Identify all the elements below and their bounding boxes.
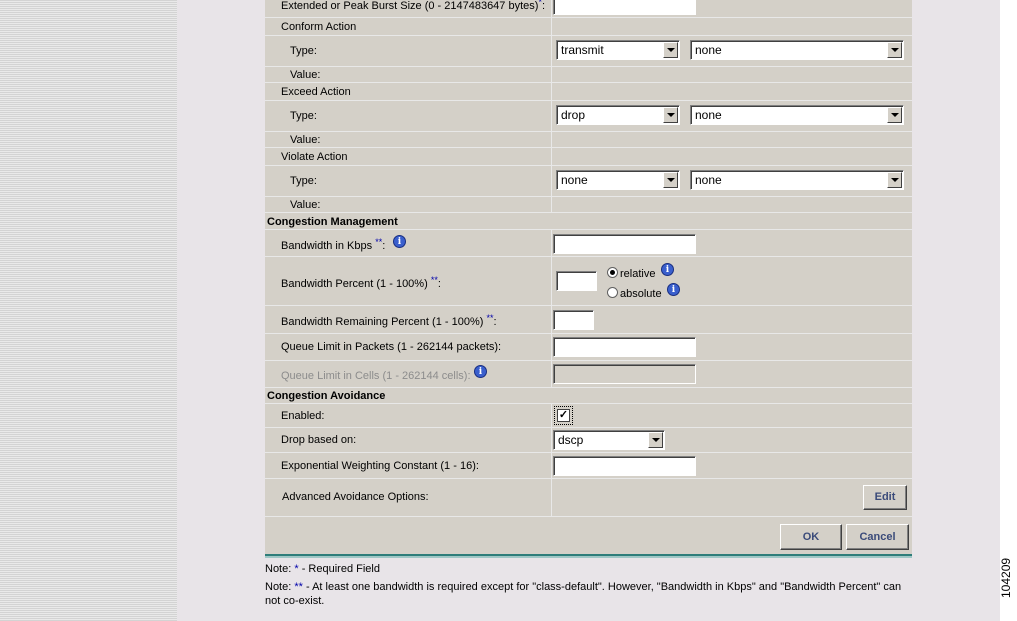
edit-button[interactable]: Edit xyxy=(863,485,907,510)
info-icon[interactable]: i xyxy=(393,235,406,248)
chevron-down-icon[interactable] xyxy=(887,172,902,188)
row-enabled xyxy=(265,404,912,428)
info-icon[interactable]: i xyxy=(661,263,674,276)
row-exceed-header xyxy=(265,83,912,101)
conform-value-select[interactable]: none xyxy=(690,40,904,60)
row-exceed-value xyxy=(265,132,912,148)
violate-type-select[interactable]: none xyxy=(556,170,680,190)
congestion-management-heading: Congestion Management xyxy=(267,216,398,228)
queue-packets-input[interactable] xyxy=(553,337,696,357)
row-violate-value xyxy=(265,197,912,213)
figure-number: 104209 xyxy=(999,557,1013,598)
chevron-down-icon[interactable] xyxy=(648,432,663,448)
queue-cells-input[interactable] xyxy=(553,364,696,384)
chevron-down-icon[interactable] xyxy=(663,42,678,58)
column-divider-middle xyxy=(551,230,552,388)
violate-value-select[interactable]: none xyxy=(690,170,904,190)
exceed-value-label: Value: xyxy=(290,134,321,146)
column-divider-top xyxy=(551,0,552,213)
exp-weight-label: Exponential Weighting Constant (1 - 16): xyxy=(281,460,479,472)
violate-action-label: Violate Action xyxy=(281,151,348,163)
note-bandwidth: Note: ** - At least one bandwidth is req… xyxy=(265,581,902,607)
exceed-type-label: Type: xyxy=(290,110,317,122)
bandwidth-remaining-input[interactable] xyxy=(553,310,594,330)
note-required: Note: * - Required Field xyxy=(265,563,380,575)
exceed-value-select[interactable]: none xyxy=(690,105,904,125)
bandwidth-kbps-input[interactable] xyxy=(553,234,696,254)
cancel-button[interactable]: Cancel xyxy=(846,524,909,550)
right-margin xyxy=(1000,0,1017,621)
relative-radio[interactable] xyxy=(607,267,618,278)
conform-type-label: Type: xyxy=(290,45,317,57)
left-striped-margin xyxy=(0,0,177,621)
drop-based-select[interactable]: dscp xyxy=(553,430,665,450)
absolute-label: absolute xyxy=(620,288,662,300)
teal-divider xyxy=(265,554,912,558)
drop-based-label: Drop based on: xyxy=(281,434,357,446)
queue-packets-label: Queue Limit in Packets (1 - 262144 packe… xyxy=(281,341,502,353)
conform-value-label: Value: xyxy=(290,69,321,81)
bandwidth-percent-label: Bandwidth Percent (1 - 100%) **: xyxy=(281,275,441,290)
exp-weight-input[interactable] xyxy=(553,456,696,476)
row-conform-header xyxy=(265,18,912,36)
exceed-type-select[interactable]: drop xyxy=(556,105,680,125)
exceed-action-label: Exceed Action xyxy=(281,86,351,98)
enabled-checkbox[interactable]: ✓ xyxy=(557,409,570,422)
chevron-down-icon[interactable] xyxy=(663,172,678,188)
info-icon[interactable]: i xyxy=(667,283,680,296)
enabled-label: Enabled: xyxy=(281,410,325,422)
relative-label: relative xyxy=(620,268,656,280)
bandwidth-remaining-label: Bandwidth Remaining Percent (1 - 100%) *… xyxy=(281,313,497,328)
info-icon[interactable]: i xyxy=(474,365,487,378)
chevron-down-icon[interactable] xyxy=(887,107,902,123)
chevron-down-icon[interactable] xyxy=(887,42,902,58)
row-conform-value xyxy=(265,67,912,83)
ok-button[interactable]: OK xyxy=(780,524,842,550)
column-divider-bottom xyxy=(551,404,552,517)
conform-action-label: Conform Action xyxy=(281,21,357,33)
row-violate-header xyxy=(265,148,912,166)
queue-cells-label: Queue Limit in Cells (1 - 262144 cells): xyxy=(281,370,471,382)
conform-type-select[interactable]: transmit xyxy=(556,40,680,60)
violate-type-label: Type: xyxy=(290,175,317,187)
absolute-radio[interactable] xyxy=(607,287,618,298)
advanced-options-label: Advanced Avoidance Options: xyxy=(282,491,429,503)
violate-value-label: Value: xyxy=(290,199,321,211)
burst-size-input[interactable] xyxy=(553,0,696,15)
chevron-down-icon[interactable] xyxy=(663,107,678,123)
bandwidth-percent-input[interactable] xyxy=(556,271,597,291)
burst-label: Extended or Peak Burst Size (0 - 2147483… xyxy=(281,0,546,12)
congestion-avoidance-heading: Congestion Avoidance xyxy=(267,390,386,402)
bandwidth-kbps-label: Bandwidth in Kbps **: xyxy=(281,237,386,252)
